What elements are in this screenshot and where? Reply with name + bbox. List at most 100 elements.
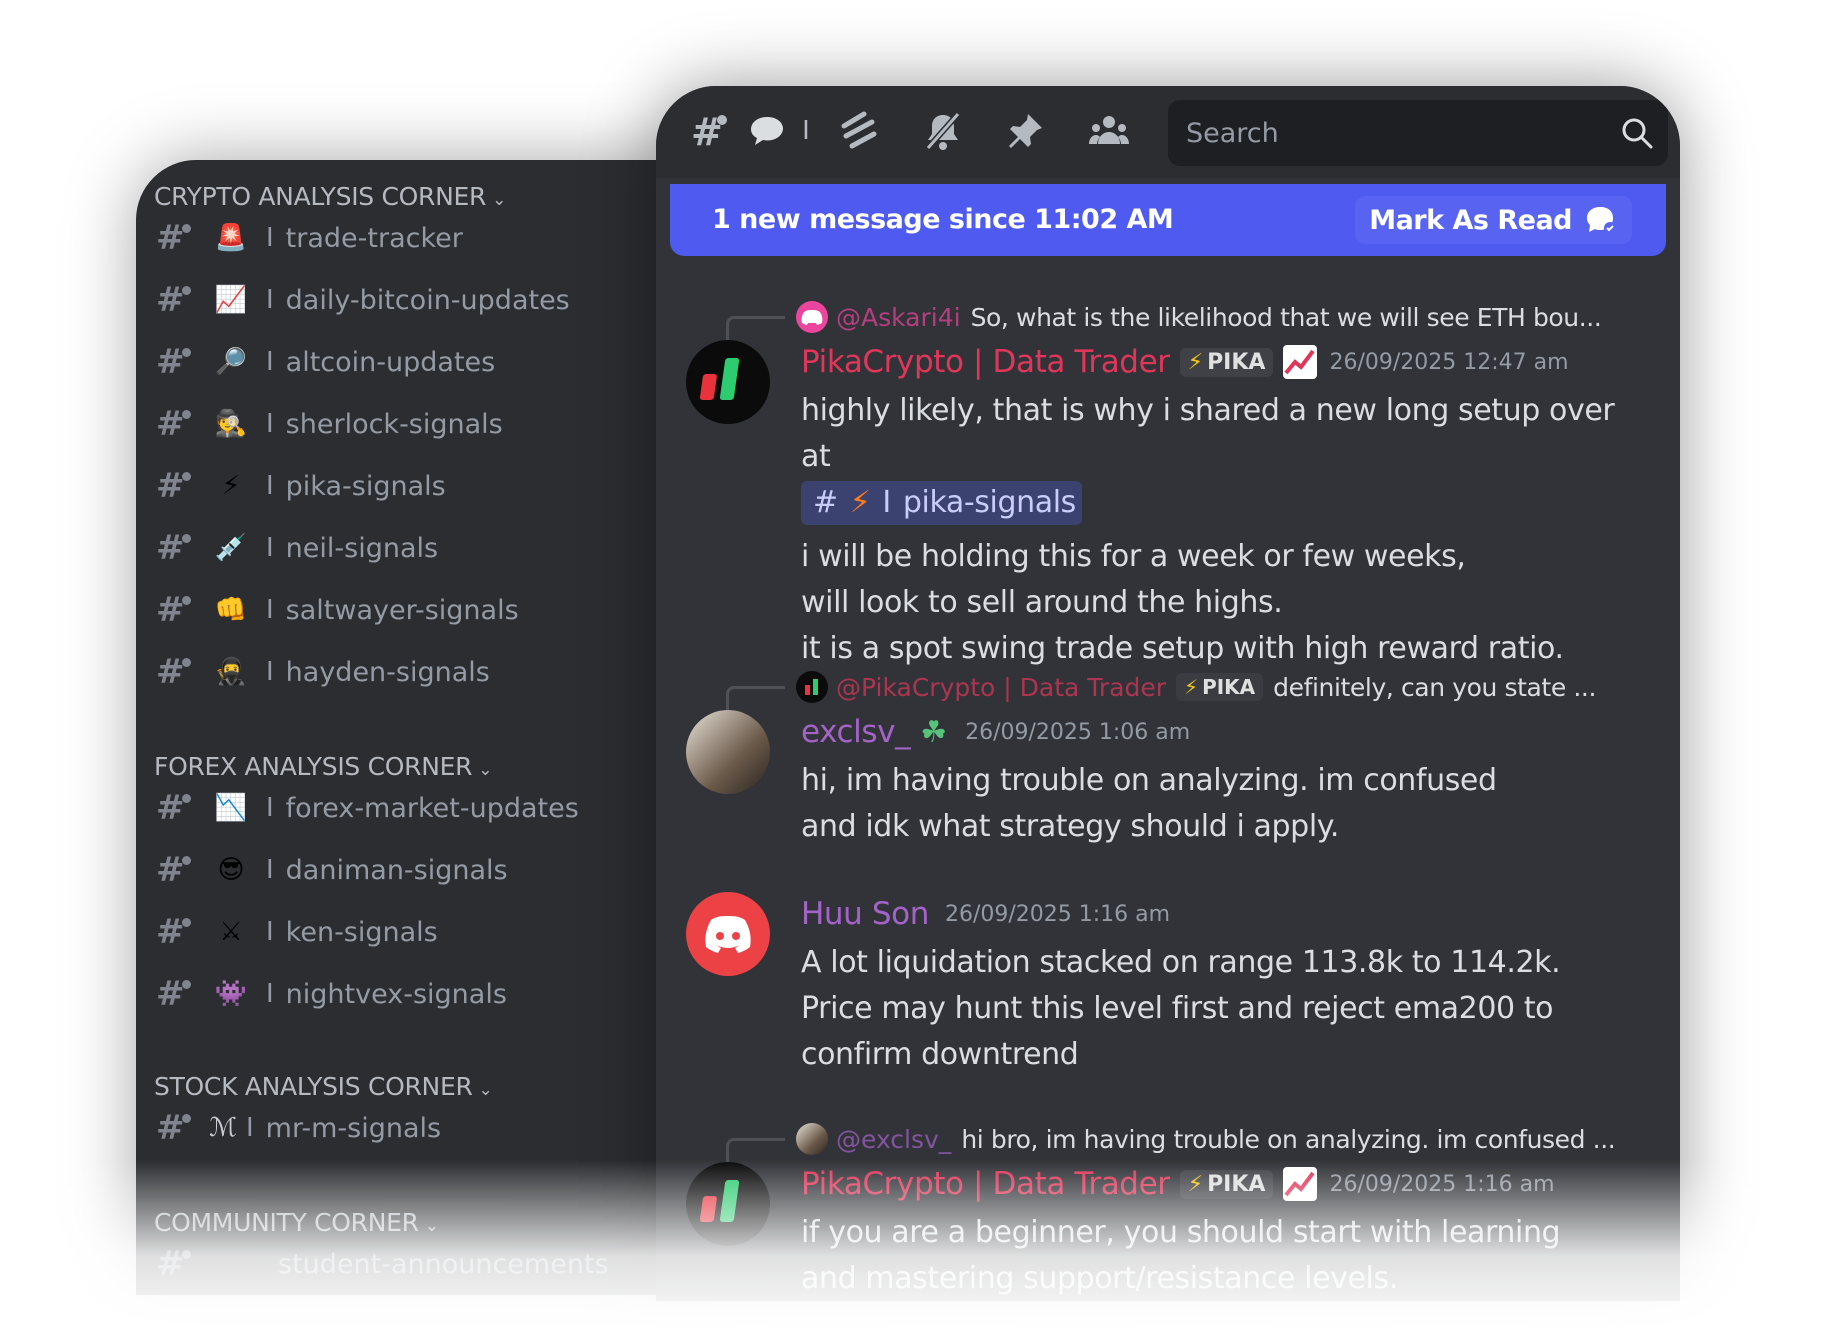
avatar[interactable] — [686, 710, 770, 794]
mark-as-read-label: Mark As Read — [1369, 204, 1572, 236]
channel-separator: I — [266, 979, 274, 1009]
reply-text: So, what is the likelihood that we will … — [970, 302, 1602, 332]
channel-sidebar: CRYPTO ANALYSIS CORNER ⌄ # 🚨 Itrade-tracker… — [136, 160, 696, 1295]
discord-avatar-icon[interactable] — [686, 892, 770, 976]
ninja-icon: 🥷 — [214, 657, 248, 687]
chevron-down-icon: ⌄ — [478, 760, 493, 780]
category-crypto[interactable]: CRYPTO ANALYSIS CORNER ⌄ — [154, 182, 506, 211]
mute-icon[interactable] — [834, 106, 884, 156]
lightning-icon: ⚡ — [221, 471, 241, 501]
timestamp: 26/09/2025 1:06 am — [965, 719, 1191, 745]
sunglasses-icon: 😎 — [217, 855, 245, 885]
mention-name: pika-signals — [902, 485, 1076, 520]
threads-icon[interactable]: # — [686, 106, 732, 156]
reply-preview[interactable]: @exclsv_ hi bro, im having trouble on an… — [726, 1122, 1616, 1171]
hashtag-icon: # — [156, 218, 202, 258]
avatar[interactable] — [686, 1162, 770, 1246]
channel-separator: I — [882, 485, 891, 520]
pin-icon[interactable] — [1000, 106, 1050, 156]
channel-daily-bitcoin-updates[interactable]: # 📈 Idaily-bitcoin-updates — [156, 272, 570, 328]
magnifier-icon: 🔎 — [214, 347, 248, 377]
search-icon[interactable] — [1620, 116, 1654, 154]
message-header: PikaCrypto | Data Trader ⚡ PIKA 26/09/202… — [801, 344, 1569, 380]
chart-up-icon — [1283, 345, 1318, 379]
category-forex[interactable]: FOREX ANALYSIS CORNER ⌄ — [154, 752, 492, 781]
category-label: FOREX ANALYSIS CORNER — [154, 752, 473, 781]
message-line: it is a spot swing trade setup with high… — [801, 631, 1564, 666]
category-stock[interactable]: STOCK ANALYSIS CORNER ⌄ — [154, 1072, 493, 1101]
channel-saltwayer-signals[interactable]: # 👊 Isaltwayer-signals — [156, 582, 519, 638]
channel-separator: I — [266, 347, 274, 377]
reply-preview[interactable]: @Askari4i So, what is the likelihood tha… — [726, 300, 1602, 349]
channel-name: hayden-signals — [285, 656, 490, 688]
chart-down-icon: 📉 — [214, 793, 248, 823]
channel-name: ken-signals — [285, 916, 438, 948]
tag-label: PIKA — [1202, 675, 1256, 699]
channel-separator: I — [266, 409, 274, 439]
channel-separator: I — [266, 223, 274, 253]
channel-separator: I — [266, 471, 274, 501]
chat-panel: # I 1 new message since 11:02 AM Mark As… — [656, 86, 1680, 1301]
channel-trade-tracker[interactable]: # 🚨 Itrade-tracker — [156, 210, 463, 266]
chevron-down-icon: ⌄ — [424, 1216, 439, 1236]
channel-separator: I — [266, 793, 274, 823]
hashtag-icon: # — [156, 974, 202, 1014]
chart-up-icon: 📈 — [214, 285, 248, 315]
hashtag-icon: # — [156, 652, 202, 692]
channel-name: trade-tracker — [285, 222, 463, 254]
channel-student-announcements[interactable]: # student-announcements — [156, 1236, 609, 1292]
hashtag-icon: # — [156, 466, 202, 506]
search-box[interactable] — [1168, 100, 1668, 166]
lightning-icon: ⚡ — [1187, 1171, 1204, 1197]
category-label: CRYPTO ANALYSIS CORNER — [154, 182, 487, 211]
channel-neil-signals[interactable]: # 💉 Ineil-signals — [156, 520, 438, 576]
category-community[interactable]: COMMUNITY CORNER ⌄ — [154, 1208, 439, 1237]
timestamp: 26/09/2025 12:47 am — [1329, 349, 1569, 375]
reply-text: hi bro, im having trouble on analyzing. … — [961, 1124, 1616, 1154]
channel-ken-signals[interactable]: # ⚔ Iken-signals — [156, 904, 438, 960]
crossed-swords-icon: ⚔ — [219, 917, 243, 947]
channel-name: saltwayer-signals — [285, 594, 519, 626]
search-input[interactable] — [1184, 114, 1608, 152]
username[interactable]: exclsv_ — [801, 714, 911, 750]
channel-daniman-signals[interactable]: # 😎 Idaniman-signals — [156, 842, 508, 898]
reply-preview[interactable]: @PikaCrypto | Data Trader ⚡ PIKA definite… — [726, 670, 1597, 719]
channel-mention[interactable]: # ⚡ Ipika-signals — [801, 481, 1082, 525]
hashtag-icon: # — [156, 342, 202, 382]
channel-separator: I — [266, 657, 274, 687]
server-tag[interactable]: ⚡ PIKA — [1179, 347, 1274, 377]
avatar[interactable] — [686, 340, 770, 424]
channel-separator: I — [266, 285, 274, 315]
new-messages-text: 1 new message since 11:02 AM — [712, 204, 1174, 235]
hashtag-icon: # — [156, 404, 202, 444]
reply-text: definitely, can you state ... — [1273, 672, 1597, 702]
server-tag[interactable]: ⚡ PIKA — [1179, 1169, 1274, 1199]
toolbar-separator: I — [802, 116, 810, 146]
mark-as-read-button[interactable]: Mark As Read — [1355, 196, 1632, 244]
chevron-down-icon: ⌄ — [492, 190, 507, 210]
channel-mr-m-signals[interactable]: # ℳ Imr-m-signals — [156, 1100, 441, 1156]
username[interactable]: PikaCrypto | Data Trader — [801, 344, 1170, 380]
message-content: if you are a beginner, you should start … — [801, 1215, 1561, 1296]
channel-sherlock-signals[interactable]: # 🕵 Isherlock-signals — [156, 396, 503, 452]
channel-pika-signals[interactable]: # ⚡ Ipika-signals — [156, 458, 446, 514]
members-icon[interactable] — [1084, 106, 1134, 156]
message-content: A lot liquidation stacked on range 113.8… — [801, 945, 1561, 1072]
alien-icon: 👾 — [214, 979, 248, 1009]
channel-nightvex-signals[interactable]: # 👾 Inightvex-signals — [156, 966, 507, 1022]
username[interactable]: Huu Son — [801, 896, 929, 932]
username[interactable]: PikaCrypto | Data Trader — [801, 1166, 1170, 1202]
notification-off-icon[interactable] — [918, 106, 968, 156]
channel-separator: I — [266, 533, 274, 563]
syringe-icon: 💉 — [214, 533, 248, 563]
discord-avatar-icon — [796, 301, 828, 333]
channel-hayden-signals[interactable]: # 🥷 Ihayden-signals — [156, 644, 490, 700]
hashtag-icon: # — [156, 280, 202, 320]
channel-forex-market-updates[interactable]: # 📉 Iforex-market-updates — [156, 780, 579, 836]
detective-icon: 🕵 — [214, 409, 248, 439]
channel-altcoin-updates[interactable]: # 🔎 Ialtcoin-updates — [156, 334, 495, 390]
new-messages-banner[interactable]: 1 new message since 11:02 AM Mark As Rea… — [670, 184, 1666, 256]
chat-icon[interactable] — [744, 106, 790, 156]
message-content: hi, im having trouble on analyzing. im c… — [801, 763, 1497, 844]
chevron-down-icon: ⌄ — [478, 1080, 493, 1100]
